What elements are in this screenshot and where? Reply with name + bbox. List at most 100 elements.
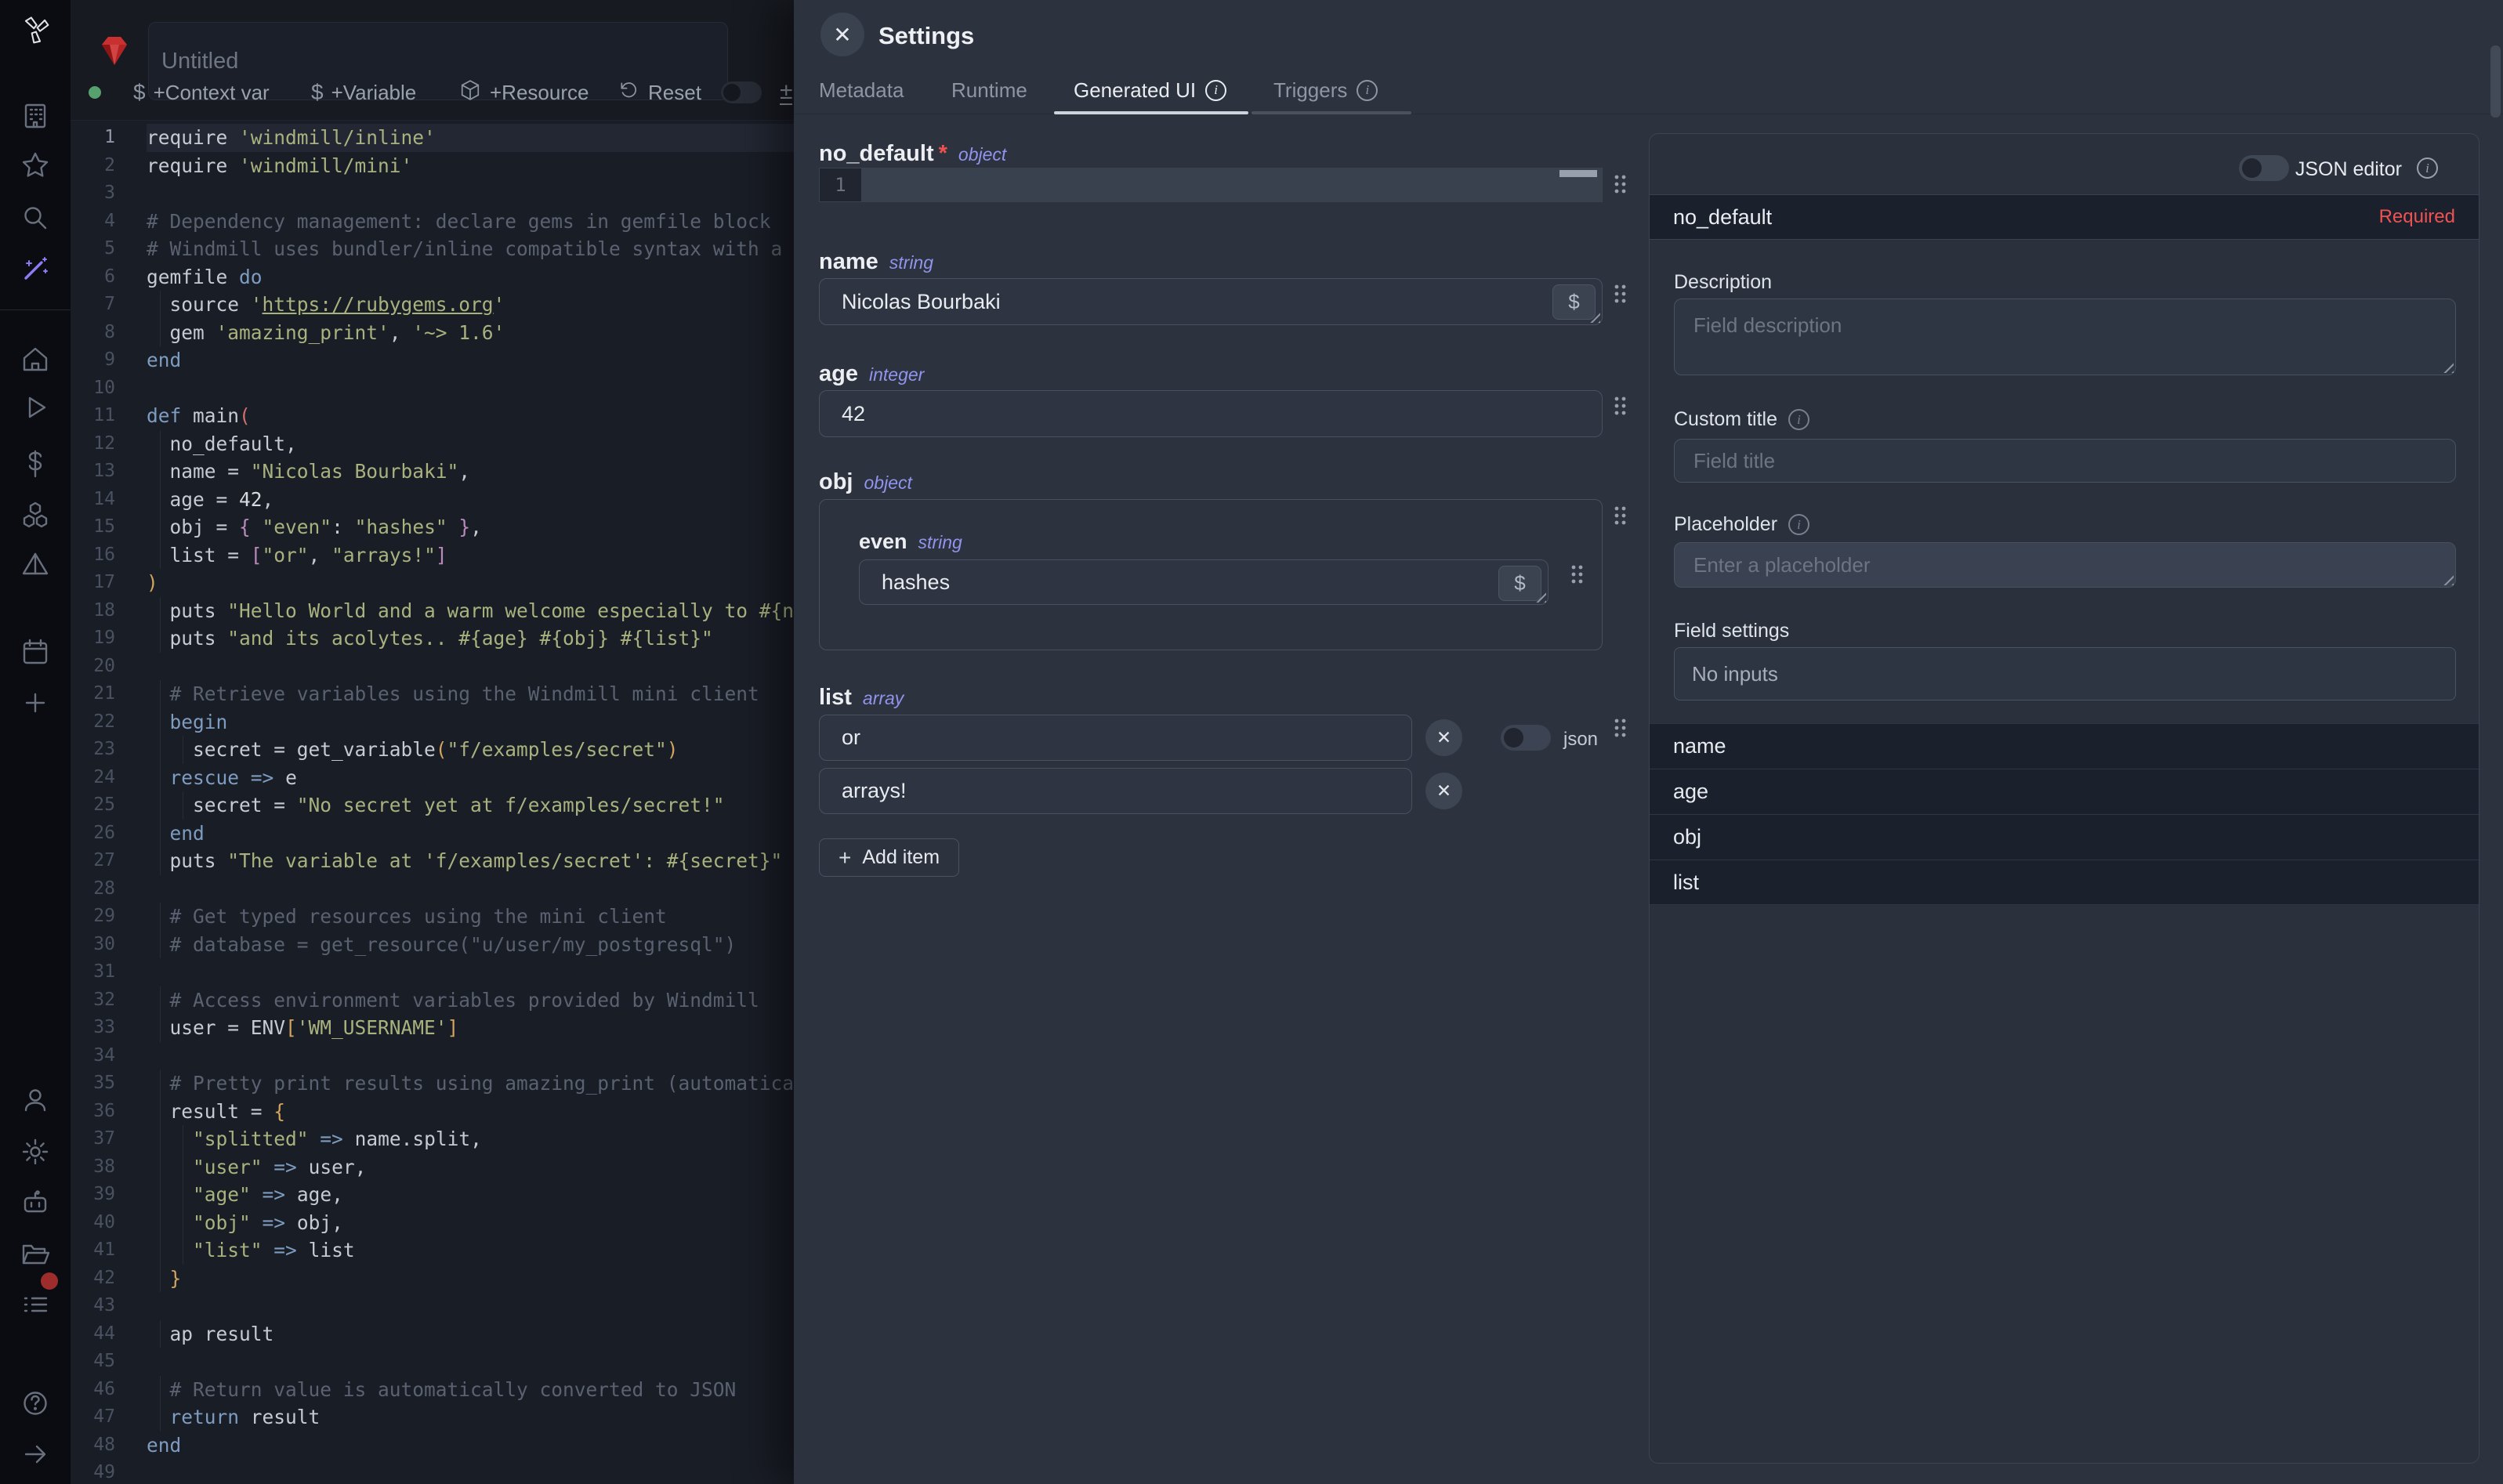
calendar-icon[interactable] <box>20 636 51 668</box>
diff-button[interactable]: ± <box>780 72 792 113</box>
even-input[interactable]: hashes $ <box>859 559 1549 605</box>
code-line[interactable]: 12 no_default, <box>71 430 794 458</box>
info-icon[interactable]: i <box>1788 409 1809 430</box>
code-line[interactable]: 25 secret = "No secret yet at f/examples… <box>71 791 794 820</box>
mini-editor-scrollbar[interactable] <box>1559 170 1597 177</box>
resources-boxes-icon[interactable] <box>20 499 51 530</box>
code-line[interactable]: 14 age = 42, <box>71 486 794 514</box>
code-line[interactable]: 35 # Pretty print results using amazing_… <box>71 1070 794 1098</box>
windmill-logo-icon[interactable] <box>20 14 51 45</box>
folder-open-icon[interactable] <box>20 1238 51 1269</box>
help-icon[interactable] <box>20 1388 51 1419</box>
code-line[interactable]: 2require 'windmill/mini' <box>71 152 794 180</box>
search-icon[interactable] <box>20 202 51 233</box>
add-item-button[interactable]: + Add item <box>819 838 959 877</box>
code-line[interactable]: 33 user = ENV['WM_USERNAME'] <box>71 1014 794 1042</box>
code-line[interactable]: 47 return result <box>71 1403 794 1432</box>
resize-handle[interactable] <box>2439 358 2454 373</box>
code-line[interactable]: 11def main( <box>71 402 794 430</box>
home-icon[interactable] <box>20 344 51 375</box>
field-row-name[interactable]: name <box>1650 723 2479 769</box>
code-line[interactable]: 32 # Access environment variables provid… <box>71 986 794 1015</box>
description-textarea[interactable]: Field description <box>1674 299 2456 375</box>
list-item-input[interactable]: or <box>819 715 1412 761</box>
add-context-var-button[interactable]: $ +Context var <box>133 72 270 113</box>
robot-icon[interactable] <box>20 1187 51 1218</box>
modal-scrollbar[interactable] <box>2490 45 2501 118</box>
code-line[interactable]: 23 secret = get_variable("f/examples/sec… <box>71 736 794 764</box>
code-line[interactable]: 42 } <box>71 1265 794 1293</box>
code-line[interactable]: 40 "obj" => obj, <box>71 1209 794 1237</box>
tab-triggers[interactable]: Triggersi <box>1273 67 1378 114</box>
info-icon[interactable]: i <box>1788 514 1809 535</box>
drag-handle-icon[interactable] <box>1570 564 1584 585</box>
json-toggle[interactable] <box>1501 725 1551 751</box>
age-input[interactable]: 42 <box>819 390 1603 437</box>
code-line[interactable]: 16 list = ["or", "arrays!"] <box>71 541 794 570</box>
drag-handle-icon[interactable] <box>1614 718 1627 738</box>
code-editor[interactable]: 1require 'windmill/inline'2require 'wind… <box>71 120 794 1484</box>
code-line[interactable]: 5# Windmill uses bundler/inline compatib… <box>71 235 794 263</box>
connect-variable-button[interactable]: $ <box>1498 566 1541 601</box>
code-line[interactable]: 38 "user" => user, <box>71 1153 794 1182</box>
code-line[interactable]: 27 puts "The variable at 'f/examples/sec… <box>71 847 794 875</box>
drag-handle-icon[interactable] <box>1614 174 1627 194</box>
audit-list-icon[interactable] <box>20 1289 51 1320</box>
code-line[interactable]: 49 <box>71 1459 794 1484</box>
code-line[interactable]: 28 <box>71 875 794 903</box>
add-variable-button[interactable]: $ +Variable <box>311 72 416 113</box>
code-line[interactable]: 36 result = { <box>71 1098 794 1126</box>
workspace-building-icon[interactable] <box>20 100 51 132</box>
custom-title-input[interactable]: Field title <box>1674 439 2456 483</box>
add-resource-button[interactable]: +Resource <box>458 72 589 113</box>
code-line[interactable]: 13 name = "Nicolas Bourbaki", <box>71 458 794 486</box>
json-editor-toggle[interactable] <box>2239 155 2289 181</box>
mini-editor-body[interactable] <box>861 168 1602 201</box>
code-line[interactable]: 10 <box>71 375 794 403</box>
code-line[interactable]: 46 # Return value is automatically conve… <box>71 1376 794 1404</box>
code-line[interactable]: 44 ap result <box>71 1320 794 1348</box>
drag-handle-icon[interactable] <box>1614 396 1627 416</box>
code-line[interactable]: 3 <box>71 179 794 208</box>
code-line[interactable]: 41 "list" => list <box>71 1236 794 1265</box>
expand-arrow-right-icon[interactable] <box>20 1439 51 1470</box>
drag-handle-icon[interactable] <box>1614 505 1627 526</box>
remove-item-icon[interactable]: ✕ <box>1425 773 1462 809</box>
field-row-age[interactable]: age <box>1650 769 2479 814</box>
code-line[interactable]: 18 puts "Hello World and a warm welcome … <box>71 597 794 625</box>
ai-magic-wand-icon[interactable] <box>20 253 51 284</box>
runs-play-icon[interactable] <box>20 392 51 423</box>
code-line[interactable]: 26 end <box>71 820 794 848</box>
code-line[interactable]: 43 <box>71 1292 794 1320</box>
selected-field-row[interactable]: no_default Required <box>1650 195 2479 239</box>
remove-item-icon[interactable]: ✕ <box>1425 719 1462 756</box>
tab-runtime[interactable]: Runtime <box>951 67 1027 114</box>
favorites-star-icon[interactable] <box>20 150 51 181</box>
code-line[interactable]: 39 "age" => age, <box>71 1181 794 1209</box>
code-line[interactable]: 45 <box>71 1348 794 1376</box>
no-default-json-input[interactable]: 1 <box>819 168 1603 202</box>
list-item-input[interactable]: arrays! <box>819 768 1412 814</box>
close-icon[interactable]: ✕ <box>820 13 864 56</box>
tab-generated-ui[interactable]: Generated UIi <box>1074 67 1226 114</box>
code-line[interactable]: 4# Dependency management: declare gems i… <box>71 208 794 236</box>
code-line[interactable]: 20 <box>71 653 794 681</box>
drag-handle-icon[interactable] <box>1614 284 1627 304</box>
variables-dollar-icon[interactable] <box>20 448 51 480</box>
name-input[interactable]: Nicolas Bourbaki $ <box>819 278 1603 325</box>
user-icon[interactable] <box>20 1084 51 1116</box>
schedules-pyramid-icon[interactable] <box>20 548 51 580</box>
code-line[interactable]: 37 "splitted" => name.split, <box>71 1125 794 1153</box>
resize-handle[interactable] <box>2439 570 2454 585</box>
code-line[interactable]: 24 rescue => e <box>71 764 794 792</box>
reset-button[interactable]: Reset <box>617 72 701 113</box>
code-line[interactable]: 9end <box>71 346 794 375</box>
field-row-obj[interactable]: obj <box>1650 814 2479 860</box>
code-line[interactable]: 8 gem 'amazing_print', '~> 1.6' <box>71 319 794 347</box>
code-line[interactable]: 1require 'windmill/inline' <box>71 124 794 152</box>
toolbar-toggle[interactable] <box>721 72 762 113</box>
info-icon[interactable]: i <box>2417 157 2438 179</box>
code-line[interactable]: 17) <box>71 569 794 597</box>
settings-gear-icon[interactable] <box>20 1136 51 1167</box>
code-line[interactable]: 29 # Get typed resources using the mini … <box>71 903 794 931</box>
